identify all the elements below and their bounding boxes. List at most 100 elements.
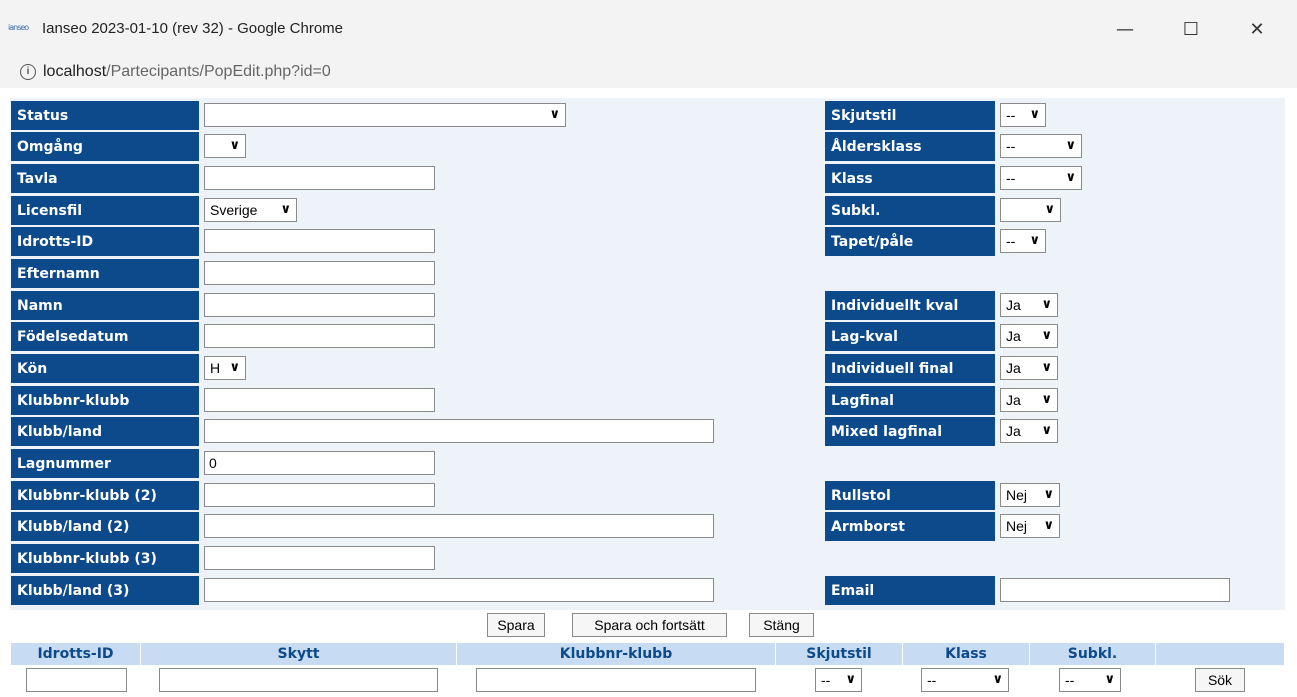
lagfinal-select[interactable]: Ja ∨ xyxy=(1000,388,1058,412)
search-col-idrotts-id: Idrotts-ID xyxy=(11,643,140,665)
klubbnr-klubb-3-input[interactable] xyxy=(204,546,435,570)
licensfil-select[interactable]: Sverige ∨ xyxy=(204,198,297,222)
aldersklass-select[interactable]: -- ∨ xyxy=(1000,134,1082,158)
label-klubb-land-2: Klubb/land (2) xyxy=(11,512,199,541)
mixed-lagfinal-select[interactable]: Ja ∨ xyxy=(1000,419,1058,443)
maximize-button[interactable]: ☐ xyxy=(1171,14,1211,44)
klubbnr-klubb-2-input[interactable] xyxy=(204,483,435,507)
search-col-subkl: Subkl. xyxy=(1030,643,1155,665)
address-bar[interactable]: i localhost/Partecipants/PopEdit.php?id=… xyxy=(0,58,1297,88)
label-namn: Namn xyxy=(11,291,199,320)
label-status: Status xyxy=(11,101,199,130)
window-title: Ianseo 2023-01-10 (rev 32) - Google Chro… xyxy=(42,20,343,37)
url-text[interactable]: localhost/Partecipants/PopEdit.php?id=0 xyxy=(43,63,331,81)
label-individuellt-kval: Individuellt kval xyxy=(825,291,995,320)
armborst-value: Nej xyxy=(1006,518,1028,534)
participant-edit-form: Status Omgång Tavla Licensfil Idrotts-ID… xyxy=(0,88,1297,697)
label-lagfinal: Lagfinal xyxy=(825,386,995,415)
klubb-land-input[interactable] xyxy=(204,419,714,443)
mixed-lagfinal-value: Ja xyxy=(1006,423,1021,439)
stang-button[interactable]: Stäng xyxy=(749,613,814,637)
email-input[interactable] xyxy=(1000,578,1230,602)
aldersklass-value: -- xyxy=(1006,138,1016,154)
label-klubbnr-klubb-2: Klubbnr-klubb (2) xyxy=(11,481,199,510)
search-idrotts-id-input[interactable] xyxy=(26,668,127,692)
kon-value: H xyxy=(210,360,221,376)
skjutstil-select[interactable]: -- ∨ xyxy=(1000,103,1046,127)
chevron-down-icon: ∨ xyxy=(992,672,1003,687)
label-klass: Klass xyxy=(825,164,995,193)
spara-och-fortsatt-button[interactable]: Spara och fortsätt xyxy=(572,613,727,637)
fodelsedatum-input[interactable] xyxy=(204,324,435,348)
search-skjutstil-value: -- xyxy=(821,672,831,688)
subkl-select[interactable]: ∨ xyxy=(1000,198,1061,222)
search-skjutstil-select[interactable]: -- ∨ xyxy=(815,668,862,692)
url-host: localhost xyxy=(43,63,107,80)
label-fodelsedatum: Födelsedatum xyxy=(11,322,199,351)
label-rullstol: Rullstol xyxy=(825,481,995,510)
site-info-icon[interactable]: i xyxy=(20,64,36,80)
armborst-select[interactable]: Nej ∨ xyxy=(1000,514,1060,538)
search-skytt-input[interactable] xyxy=(159,668,438,692)
search-klass-value: -- xyxy=(927,672,937,688)
label-klubb-land: Klubb/land xyxy=(11,417,199,446)
klubb-land-2-input[interactable] xyxy=(204,514,714,538)
individuell-final-value: Ja xyxy=(1006,360,1021,376)
sok-button[interactable]: Sök xyxy=(1195,668,1245,692)
klass-value: -- xyxy=(1006,170,1016,186)
lagfinal-value: Ja xyxy=(1006,392,1021,408)
search-col-klubbnr-klubb: Klubbnr-klubb xyxy=(457,643,775,665)
individuellt-kval-select[interactable]: Ja ∨ xyxy=(1000,293,1058,317)
skjutstil-value: -- xyxy=(1006,107,1016,123)
klass-select[interactable]: -- ∨ xyxy=(1000,166,1082,190)
lag-kval-select[interactable]: Ja ∨ xyxy=(1000,324,1058,348)
idrotts-id-input[interactable] xyxy=(204,229,435,253)
namn-input[interactable] xyxy=(204,293,435,317)
ianseo-app-icon: ianseo xyxy=(8,23,29,32)
search-col-skjutstil: Skjutstil xyxy=(776,643,902,665)
title-row: ianseo Ianseo 2023-01-10 (rev 32) - Goog… xyxy=(0,0,1297,58)
rullstol-select[interactable]: Nej ∨ xyxy=(1000,483,1060,507)
search-col-skytt: Skytt xyxy=(141,643,456,665)
chevron-down-icon: ∨ xyxy=(845,672,856,687)
search-klass-select[interactable]: -- ∨ xyxy=(921,668,1009,692)
tavla-input[interactable] xyxy=(204,166,435,190)
label-email: Email xyxy=(825,576,995,605)
kon-select[interactable]: H ∨ xyxy=(204,356,246,380)
label-lagnummer: Lagnummer xyxy=(11,449,199,478)
chevron-down-icon: ∨ xyxy=(1041,297,1052,312)
label-skjutstil: Skjutstil xyxy=(825,101,995,130)
chevron-down-icon: ∨ xyxy=(1041,360,1052,375)
label-licensfil: Licensfil xyxy=(11,196,199,225)
label-klubbnr-klubb-3: Klubbnr-klubb (3) xyxy=(11,544,199,573)
label-mixed-lagfinal: Mixed lagfinal xyxy=(825,417,995,446)
label-tavla: Tavla xyxy=(11,164,199,193)
chevron-down-icon: ∨ xyxy=(1041,392,1052,407)
chevron-down-icon: ∨ xyxy=(1043,518,1054,533)
individuellt-kval-value: Ja xyxy=(1006,297,1021,313)
tapet-pale-value: -- xyxy=(1006,233,1016,249)
individuell-final-select[interactable]: Ja ∨ xyxy=(1000,356,1058,380)
lagnummer-input[interactable] xyxy=(204,451,435,475)
spara-button[interactable]: Spara xyxy=(487,613,545,637)
chevron-down-icon: ∨ xyxy=(229,360,240,375)
chevron-down-icon: ∨ xyxy=(229,138,240,153)
rullstol-value: Nej xyxy=(1006,487,1028,503)
status-select[interactable]: ∨ xyxy=(204,103,566,127)
chevron-down-icon: ∨ xyxy=(1041,328,1052,343)
klubbnr-klubb-input[interactable] xyxy=(204,388,435,412)
search-col-klass: Klass xyxy=(903,643,1029,665)
close-button[interactable]: ✕ xyxy=(1237,14,1277,44)
omgang-select[interactable]: ∨ xyxy=(204,134,246,158)
chevron-down-icon: ∨ xyxy=(1104,672,1115,687)
label-tapet-pale: Tapet/påle xyxy=(825,227,995,256)
label-idrotts-id: Idrotts-ID xyxy=(11,227,199,256)
label-individuell-final: Individuell final xyxy=(825,354,995,383)
chevron-down-icon: ∨ xyxy=(1044,202,1055,217)
klubb-land-3-input[interactable] xyxy=(204,578,714,602)
efternamn-input[interactable] xyxy=(204,261,435,285)
tapet-pale-select[interactable]: -- ∨ xyxy=(1000,229,1046,253)
minimize-button[interactable]: — xyxy=(1105,14,1145,44)
search-klubbnr-klubb-input[interactable] xyxy=(476,668,756,692)
search-subkl-select[interactable]: -- ∨ xyxy=(1059,668,1121,692)
